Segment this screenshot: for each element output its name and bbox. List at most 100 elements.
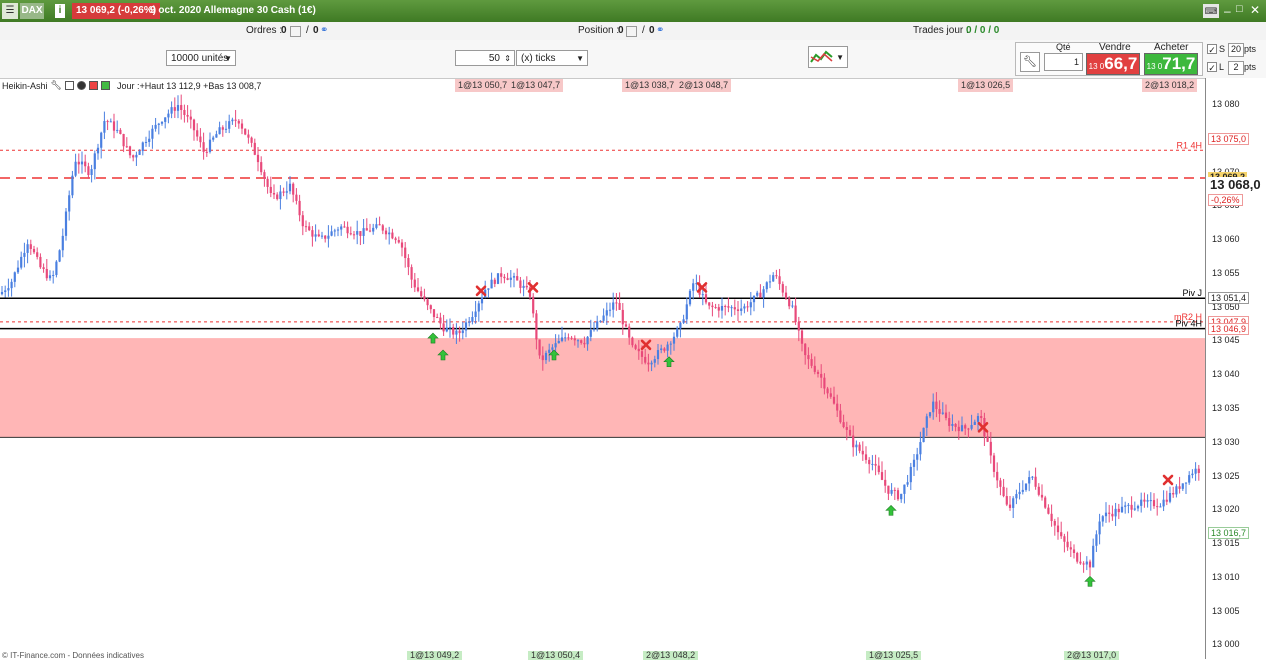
keyboard-icon[interactable]: ⌨ bbox=[1203, 4, 1219, 18]
menu-icon[interactable]: ☰ bbox=[2, 3, 18, 19]
candle-body bbox=[1104, 512, 1108, 517]
candle-body bbox=[768, 281, 772, 283]
orders-count[interactable]: 0 bbox=[281, 25, 287, 36]
orders-count-2[interactable]: 0 bbox=[313, 25, 319, 36]
orders-list-icon[interactable] bbox=[290, 26, 301, 37]
stepper-icon[interactable]: ⇕ bbox=[504, 51, 511, 67]
candle-body bbox=[157, 123, 160, 125]
candle-body bbox=[986, 436, 989, 442]
candle-body bbox=[871, 463, 874, 465]
trade-tag[interactable]: 1@13 050,7 bbox=[455, 79, 511, 92]
candle-body bbox=[448, 327, 452, 329]
candle-body bbox=[580, 340, 583, 343]
stop-label: S bbox=[1219, 44, 1226, 54]
candle-body bbox=[884, 479, 887, 486]
indicator-menu-button[interactable]: ▼ bbox=[808, 46, 848, 68]
trade-tag[interactable]: 2@13 018,2 bbox=[1142, 79, 1198, 92]
buy-button[interactable]: 13 071,7 bbox=[1144, 53, 1198, 75]
candle-body bbox=[240, 123, 244, 129]
minimize-icon[interactable]: – bbox=[1224, 4, 1231, 18]
candle-body bbox=[797, 322, 800, 331]
stop-checkbox[interactable]: ✓ bbox=[1207, 44, 1217, 55]
limit-points-input[interactable]: 2 bbox=[1228, 61, 1244, 75]
axis-price-tag: -0,26% bbox=[1208, 193, 1243, 206]
candle-body bbox=[820, 373, 823, 378]
candle-body bbox=[173, 107, 176, 111]
axis-tick-label: 13 020 bbox=[1212, 504, 1240, 515]
candle-body bbox=[244, 128, 247, 135]
wrench-icon[interactable]: 🔧︎ bbox=[1020, 52, 1040, 72]
price-chart[interactable]: R1 4HPiv JmR2 HPiv 4H bbox=[0, 78, 1205, 659]
candle-body bbox=[1060, 532, 1063, 537]
candle-body bbox=[58, 250, 61, 262]
ticks-select[interactable]: (x) ticks ▼ bbox=[516, 50, 588, 66]
candle-body bbox=[372, 227, 375, 232]
position-count-2[interactable]: 0 bbox=[649, 25, 655, 36]
candle-body bbox=[496, 273, 500, 284]
candle-body bbox=[327, 235, 330, 239]
candle-body bbox=[852, 435, 855, 448]
ticks-stepper[interactable]: 50 ⇕ bbox=[455, 50, 515, 66]
trade-tag[interactable]: 1@13 026,5 bbox=[958, 79, 1014, 92]
limit-checkbox[interactable]: ✓ bbox=[1207, 62, 1217, 73]
candle-body bbox=[1156, 506, 1159, 508]
candle-body bbox=[1034, 476, 1037, 487]
position-count[interactable]: 0 bbox=[618, 25, 624, 36]
candle-body bbox=[746, 306, 749, 308]
chart-header: Heikin-Ashi 🔧︎ Jour :+Haut 13 112,9 +Bas… bbox=[2, 80, 261, 91]
chart-type-label[interactable]: Heikin-Ashi bbox=[2, 81, 48, 91]
candle-body bbox=[493, 279, 496, 284]
candle-body bbox=[992, 455, 996, 472]
candle-body bbox=[13, 272, 16, 282]
candle-body bbox=[442, 323, 445, 332]
trade-panel: 🔧︎ Qté 1 Vendre Acheter 13 066,7 13 071,… bbox=[1015, 42, 1203, 76]
info-icon[interactable]: i bbox=[55, 4, 65, 18]
candle-body bbox=[903, 484, 906, 494]
chevron-down-icon: ▼ bbox=[224, 54, 232, 63]
candle-body bbox=[436, 317, 439, 319]
candle-body bbox=[589, 330, 592, 337]
candle-body bbox=[656, 350, 660, 360]
position-list-icon[interactable] bbox=[626, 26, 637, 37]
candle-body bbox=[816, 371, 820, 374]
level-label: Piv J bbox=[1182, 288, 1202, 298]
close-icon[interactable]: ✕ bbox=[1250, 3, 1260, 17]
candle-body bbox=[1117, 508, 1120, 513]
candle-body bbox=[445, 327, 448, 332]
candle-body bbox=[688, 290, 692, 305]
candle-body bbox=[970, 424, 973, 429]
candle-body bbox=[1194, 468, 1197, 474]
orders-link-icon[interactable]: ⚭ bbox=[320, 25, 328, 36]
maximize-icon[interactable]: □ bbox=[1236, 3, 1243, 15]
candle-body bbox=[384, 230, 388, 235]
trade-tag[interactable]: 1@13 047,7 bbox=[508, 79, 564, 92]
candle-body bbox=[1056, 525, 1060, 533]
candle-body bbox=[618, 302, 621, 310]
candle-body bbox=[164, 117, 167, 122]
stop-points-input[interactable]: 20 bbox=[1228, 43, 1244, 57]
close-circle-icon[interactable] bbox=[76, 81, 86, 90]
axis-price-tag: 13 068,0 bbox=[1208, 177, 1263, 193]
price-axis[interactable]: 13 08013 07513 07013 06513 06013 05513 0… bbox=[1205, 78, 1266, 659]
sell-button[interactable]: 13 066,7 bbox=[1086, 53, 1140, 75]
window-icon[interactable] bbox=[64, 81, 74, 90]
candle-body bbox=[772, 275, 775, 282]
candle-body bbox=[42, 267, 45, 270]
trade-tag[interactable]: 2@13 048,7 bbox=[676, 79, 732, 92]
candle-body bbox=[103, 121, 106, 133]
wrench-icon[interactable]: 🔧︎ bbox=[51, 80, 62, 91]
candle-body bbox=[474, 311, 477, 318]
qty-input[interactable]: 1 bbox=[1044, 53, 1083, 71]
candle-body bbox=[599, 320, 602, 322]
axis-tick-label: 13 000 bbox=[1212, 639, 1240, 650]
plus-green-icon[interactable] bbox=[100, 81, 110, 90]
candle-body bbox=[612, 302, 615, 310]
candle-body bbox=[464, 322, 468, 331]
position-link-icon[interactable]: ⚭ bbox=[656, 25, 664, 36]
trade-tag[interactable]: 1@13 038,7 bbox=[622, 79, 678, 92]
candle-body bbox=[762, 289, 765, 298]
plus-red-icon[interactable] bbox=[88, 81, 98, 90]
candle-body bbox=[52, 274, 55, 276]
units-select[interactable]: 10000 unités ▼ bbox=[166, 50, 236, 66]
symbol-field[interactable]: DAX bbox=[20, 3, 44, 19]
